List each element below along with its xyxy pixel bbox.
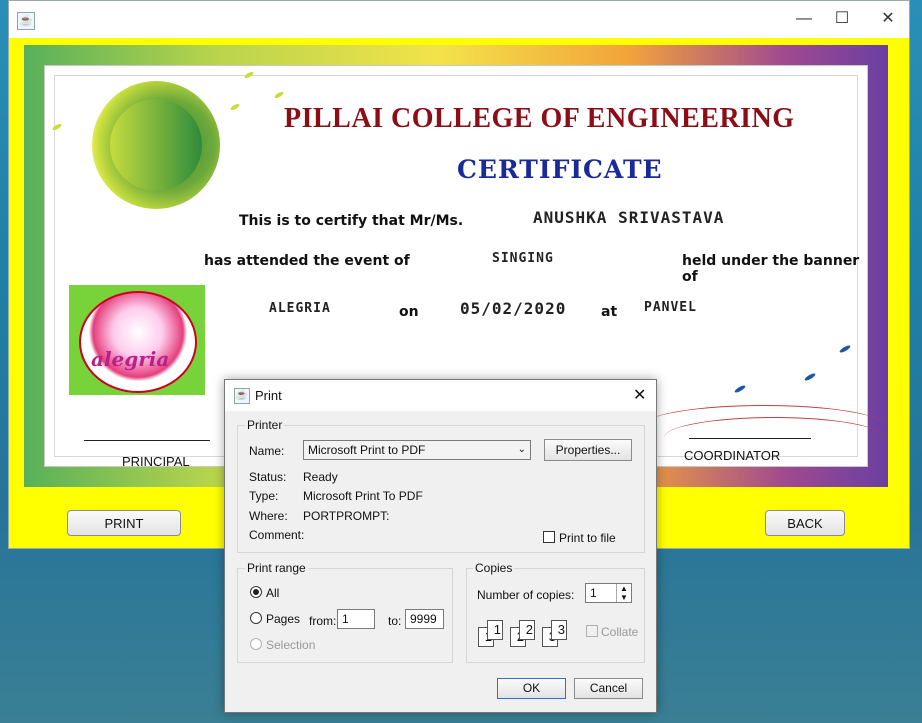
copies-label: Number of copies: — [477, 588, 575, 602]
print-dialog: ☕ Print ✕ Printer Name: Microsoft Print … — [224, 379, 657, 713]
properties-button[interactable]: Properties... — [544, 439, 632, 461]
selection-radio[interactable] — [250, 638, 262, 650]
name-label: Name: — [249, 444, 285, 458]
printer-select[interactable]: Microsoft Print to PDF ⌄ — [303, 440, 531, 460]
to-input[interactable]: 9999 — [405, 609, 444, 629]
ok-button[interactable]: OK — [497, 678, 566, 699]
principal-signature-line — [84, 440, 210, 441]
comment-label: Comment: — [249, 528, 305, 542]
at-label: at — [601, 304, 618, 320]
print-button[interactable]: PRINT — [67, 510, 181, 536]
event-date: 05/02/2020 — [460, 299, 567, 318]
pages-label: Pages — [266, 612, 301, 626]
collate-label: Collate — [601, 625, 639, 639]
certificate-title: CERTIFICATE — [457, 155, 663, 184]
close-button[interactable]: ✕ — [878, 9, 898, 29]
type-value: Microsoft Print To PDF — [303, 489, 423, 503]
cancel-button[interactable]: Cancel — [574, 678, 643, 699]
back-button[interactable]: BACK — [765, 510, 845, 536]
banner-name: ALEGRIA — [269, 301, 331, 316]
java-icon: ☕ — [234, 388, 250, 404]
printer-select-value: Microsoft Print to PDF — [308, 443, 426, 457]
college-name: PILLAI COLLEGE OF ENGINEERING — [284, 103, 795, 134]
event-name: SINGING — [492, 251, 554, 266]
print-to-file-checkbox[interactable] — [543, 531, 555, 543]
certify-label: This is to certify that Mr/Ms. — [239, 213, 464, 229]
where-label: Where: — [249, 509, 288, 523]
copies-group-label: Copies — [473, 561, 515, 575]
all-radio[interactable] — [250, 586, 262, 598]
dialog-close-icon[interactable]: ✕ — [633, 385, 646, 405]
collate-page-icon: 2 — [519, 620, 535, 640]
title-bar: ☕ — ☐ ✕ — [9, 1, 909, 38]
printer-group-label: Printer — [245, 418, 285, 432]
chevron-down-icon: ⌄ — [517, 444, 526, 455]
copies-spinner[interactable]: 1 ▲ ▼ — [585, 583, 632, 603]
collate-page-icon: 3 — [551, 620, 567, 640]
attended-label: has attended the event of — [204, 253, 410, 269]
status-label: Status: — [249, 470, 287, 484]
to-label: to: — [388, 614, 402, 628]
java-icon: ☕ — [17, 12, 35, 30]
on-label: on — [399, 304, 419, 320]
copies-value: 1 — [590, 586, 597, 600]
status-value: Ready — [303, 470, 338, 484]
print-to-file-label: Print to file — [559, 531, 616, 545]
sun-decoration — [92, 81, 220, 209]
selection-label: Selection — [266, 638, 316, 652]
all-label: All — [266, 586, 280, 600]
participant-name: ANUSHKA SRIVASTAVA — [533, 208, 725, 227]
from-label: from: — [309, 614, 337, 628]
dialog-title: Print — [255, 388, 282, 403]
spinner-arrows-icon[interactable]: ▲ ▼ — [616, 584, 631, 602]
principal-label: PRINCIPAL — [122, 454, 190, 469]
alegria-logo: alegria — [69, 285, 205, 395]
collate-page-icon: 1 — [487, 620, 503, 640]
minimize-button[interactable]: — — [794, 9, 814, 29]
pages-radio[interactable] — [250, 612, 262, 624]
swoosh-decoration — [664, 417, 884, 458]
banner-label: held under the banner of — [682, 253, 860, 285]
maximize-button[interactable]: ☐ — [832, 9, 852, 29]
dialog-title-bar: ☕ Print ✕ — [225, 380, 656, 411]
type-label: Type: — [249, 489, 279, 503]
print-range-label: Print range — [245, 561, 308, 575]
event-place: PANVEL — [644, 300, 697, 315]
from-input[interactable]: 1 — [337, 609, 375, 629]
collate-checkbox[interactable] — [586, 625, 598, 637]
where-value: PORTPROMPT: — [303, 509, 390, 523]
